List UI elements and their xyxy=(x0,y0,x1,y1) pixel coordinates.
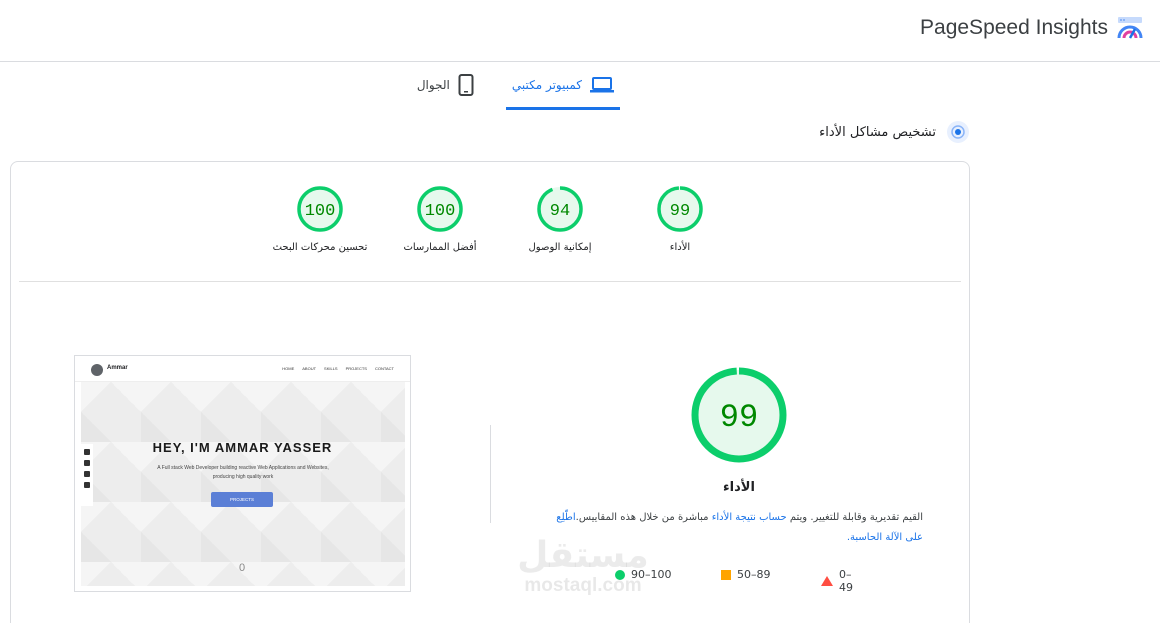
square-icon xyxy=(721,569,731,580)
preview-nav-link: ABOUT xyxy=(302,366,317,371)
preview-scroll-indicator: 0 xyxy=(238,562,246,574)
gauge-ring: 100 xyxy=(297,186,343,232)
legend-average: 50–89 xyxy=(721,568,771,581)
tab-desktop[interactable]: كمبيوتر مكتبي xyxy=(505,62,620,110)
performance-label: الأداء xyxy=(723,480,755,495)
gauge-ring: 100 xyxy=(417,186,463,232)
performance-score-value: 99 xyxy=(720,399,758,436)
preview-nav-link: PROJECTS xyxy=(345,366,367,371)
legend-range: 90–100 xyxy=(631,568,672,581)
desc-middle: مباشرة من خلال هذه المقاييس. xyxy=(575,512,712,523)
diagnose-heading: تشخيص مشاكل الأداء xyxy=(819,120,970,144)
preview-nav-links: HOME ABOUT SKILLS PROJECTS CONTACT xyxy=(282,366,394,371)
github-icon xyxy=(84,460,90,466)
gauge-value: 99 xyxy=(670,202,690,221)
tab-mobile-label: الجوال xyxy=(416,78,450,92)
score-legend: 0–49 50–89 90–100 xyxy=(601,568,861,594)
divider xyxy=(490,425,491,523)
telegram-icon xyxy=(84,471,90,477)
tab-desktop-label: كمبيوتر مكتبي xyxy=(511,77,582,92)
pagespeed-logo-icon xyxy=(1117,17,1143,39)
gauge-value: 94 xyxy=(550,202,570,221)
page-screenshot-preview: Ammar HOME ABOUT SKILLS PROJECTS CONTACT… xyxy=(74,355,411,592)
legend-range: 0–49 xyxy=(839,568,853,594)
gauge-label: إمكانية الوصول xyxy=(528,242,592,253)
gauge-performance[interactable]: 99 الأداء xyxy=(620,184,740,253)
tab-mobile[interactable]: الجوال xyxy=(413,62,478,108)
preview-nav-link: SKILLS xyxy=(324,366,338,371)
circle-icon xyxy=(615,569,625,580)
preview-nav-link: HOME xyxy=(282,366,295,371)
legend-good: 90–100 xyxy=(615,568,672,581)
gauge-ring: 99 xyxy=(657,186,703,232)
performance-description: القيم تقديرية وقابلة للتغيير. ويتم حساب … xyxy=(551,508,923,548)
legend-range: 50–89 xyxy=(737,568,771,581)
preview-nav-link: CONTACT xyxy=(374,366,394,371)
desc-prefix: القيم تقديرية وقابلة للتغيير. ويتم xyxy=(786,512,923,523)
gauge-seo[interactable]: 100 تحسين محركات البحث xyxy=(260,184,380,253)
gauge-label: تحسين محركات البحث xyxy=(272,242,368,253)
calc-score-link[interactable]: حساب نتيجة الأداء xyxy=(712,512,787,523)
brand[interactable]: PageSpeed Insights xyxy=(920,14,1144,42)
preview-projects-button: PROJECTS xyxy=(211,492,273,507)
lighthouse-icon xyxy=(947,121,969,143)
gauge-accessibility[interactable]: 94 إمكانية الوصول xyxy=(500,184,620,253)
preview-hero-title: HEY, I'M AMMAR YASSER xyxy=(152,440,333,455)
phone-icon xyxy=(458,74,474,96)
gauge-best-practices[interactable]: 100 أفضل الممارسات xyxy=(380,184,500,253)
performance-gauge-large: 99 xyxy=(691,367,787,463)
legend-poor: 0–49 xyxy=(821,568,861,594)
score-gauges: 99 الأداء 94 إمكانية الوصول 100 أفضل الم… xyxy=(19,162,961,282)
triangle-icon xyxy=(821,576,833,586)
link-icon xyxy=(84,482,90,488)
preview-site-name: Ammar xyxy=(107,365,128,371)
preview-hero xyxy=(81,382,405,586)
preview-navbar: Ammar HOME ABOUT SKILLS PROJECTS CONTACT xyxy=(75,356,410,382)
report-card: 99 الأداء 94 إمكانية الوصول 100 أفضل الم… xyxy=(10,161,970,623)
laptop-icon xyxy=(590,76,614,92)
device-tabs: كمبيوتر مكتبي الجوال xyxy=(380,62,620,110)
diagnose-label: تشخيص مشاكل الأداء xyxy=(819,124,936,140)
gauge-label: الأداء xyxy=(669,242,691,253)
gauge-ring: 94 xyxy=(537,186,583,232)
preview-hero-subtitle: A Full stack Web Developer building reac… xyxy=(157,465,329,480)
avatar xyxy=(91,364,103,376)
gauge-value: 100 xyxy=(425,202,456,221)
app-title: PageSpeed Insights xyxy=(920,16,1108,39)
top-bar: PageSpeed Insights xyxy=(0,0,1160,62)
gauge-label: أفضل الممارسات xyxy=(403,242,477,253)
gauge-value: 100 xyxy=(305,202,336,221)
